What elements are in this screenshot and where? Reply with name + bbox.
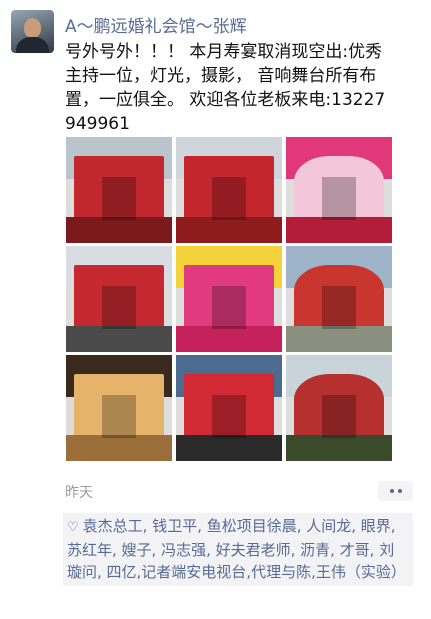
- moments-post: A～鹏远婚礼会馆～张辉 号外号外！！！ 本月寿宴取消现空出:优秀主持一位，灯光，…: [0, 0, 431, 619]
- avatar-body: [16, 37, 49, 53]
- photo-red-archway-gate[interactable]: [176, 137, 282, 243]
- photo-stage-lighting-hall[interactable]: [66, 355, 172, 461]
- likes-section: ♡ 袁杰总工, 钱卫平, 鱼松项目徐晨, 人间龙, 眼界, 苏红年, 嫂子, 冯志…: [63, 513, 413, 586]
- likes-list[interactable]: 袁杰总工, 钱卫平, 鱼松项目徐晨, 人间龙, 眼界, 苏红年, 嫂子, 冯志强…: [67, 517, 406, 581]
- photo-motorcycle-parade[interactable]: [286, 355, 392, 461]
- avatar[interactable]: [11, 10, 54, 53]
- author-name[interactable]: A～鹏远婚礼会馆～张辉: [65, 12, 247, 37]
- post-text: 号外号外！！！ 本月寿宴取消现空出:优秀主持一位，灯光，摄影， 音响舞台所有布置…: [65, 42, 386, 134]
- photo-pink-banquet-hall[interactable]: [176, 246, 282, 352]
- photo-pink-tent-interior[interactable]: [286, 137, 392, 243]
- more-options-button[interactable]: [378, 481, 413, 501]
- photo-red-wedding-archway-street[interactable]: [66, 137, 172, 243]
- dot-icon: [389, 489, 394, 493]
- photo-red-carpet-courtyard[interactable]: [176, 355, 282, 461]
- photo-red-tent-outdoor[interactable]: [286, 246, 392, 352]
- photo-red-tent-entrance[interactable]: [66, 246, 172, 352]
- avatar-head: [24, 18, 41, 38]
- dot-icon: [397, 489, 402, 493]
- photo-grid: [66, 137, 392, 461]
- post-time: 昨天: [65, 485, 93, 501]
- heart-outline-icon: ♡: [67, 520, 79, 535]
